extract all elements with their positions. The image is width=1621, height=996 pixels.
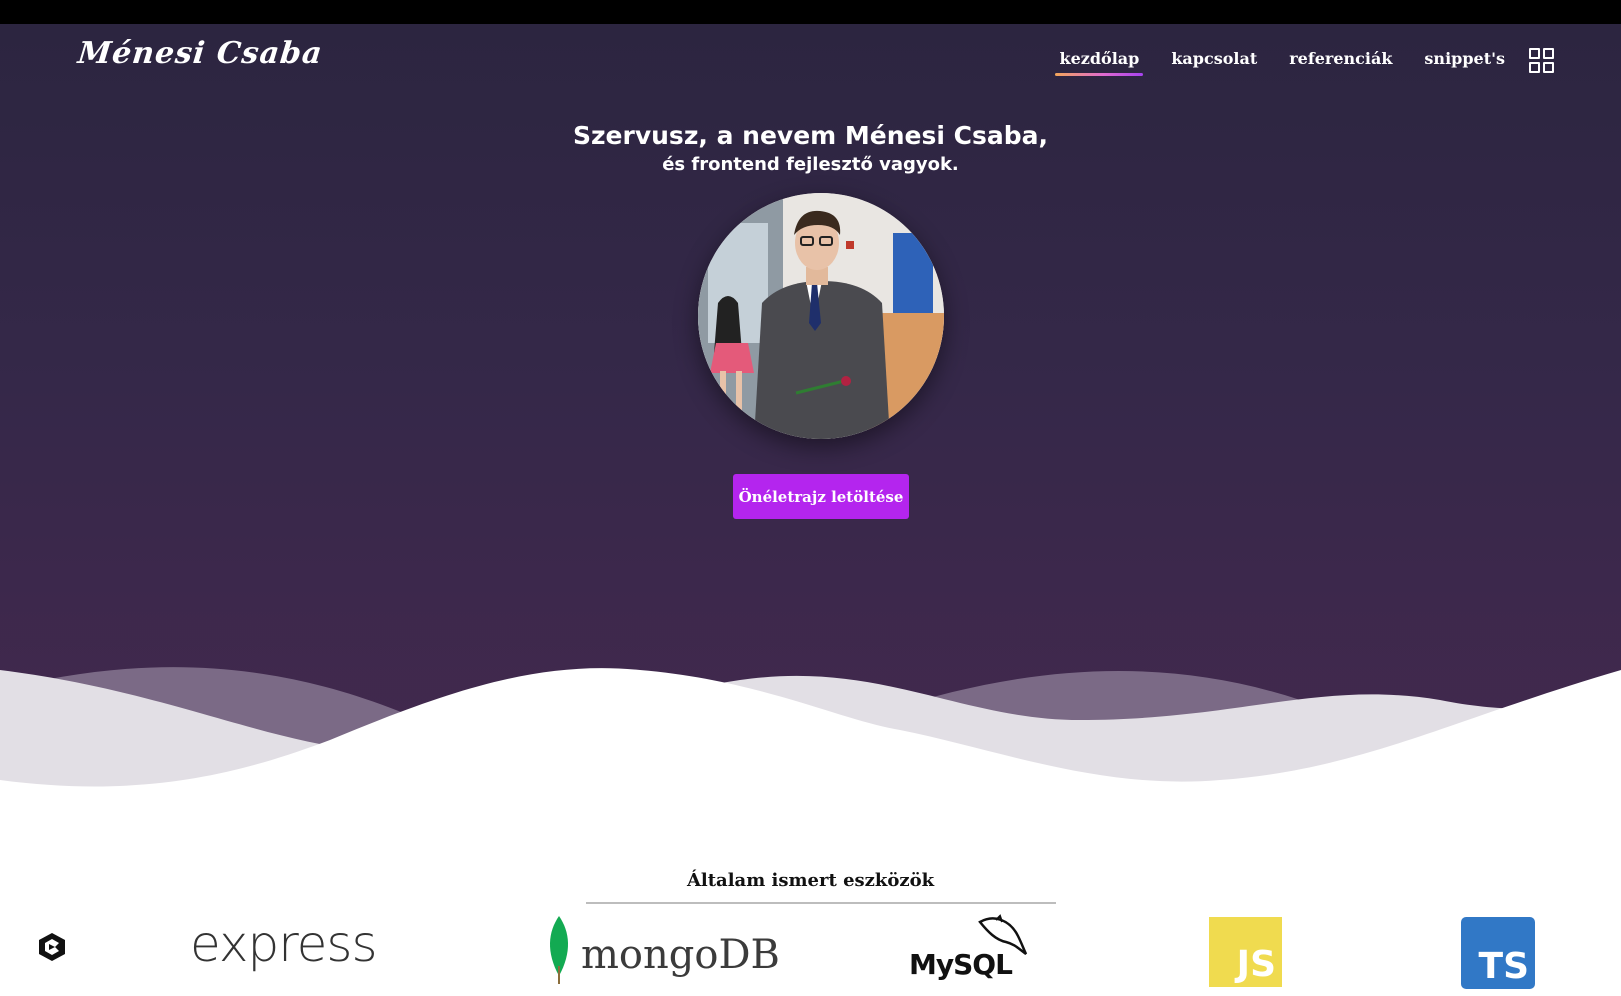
window-top-bar	[0, 0, 1621, 24]
typescript-logo-label: TS	[1478, 946, 1529, 987]
nav-item-kezdolap[interactable]: kezdőlap	[1055, 49, 1144, 76]
tools-divider	[586, 902, 1056, 904]
hero-heading: Szervusz, a nevem Ménesi Csaba, és front…	[0, 120, 1621, 178]
hero-greeting: Szervusz, a nevem Ménesi Csaba,	[573, 121, 1048, 150]
tools-heading: Általam ismert eszközök	[686, 870, 935, 891]
wave-divider	[0, 667, 1621, 830]
express-logo: express	[190, 915, 378, 973]
profile-photo	[698, 193, 944, 439]
hero-subtitle: és frontend fejlesztő vagyok.	[662, 154, 959, 175]
download-cv-button[interactable]: Önéletrajz letöltése	[733, 474, 909, 519]
main-nav: kezdőlap kapcsolat referenciák snippet's	[1031, 48, 1555, 76]
javascript-logo-label: JS	[1236, 944, 1276, 985]
nav-item-snippets[interactable]: snippet's	[1420, 49, 1509, 74]
mysql-logo: MySQL	[909, 948, 1013, 981]
javascript-logo: JS	[1209, 917, 1282, 987]
typescript-logo: TS	[1461, 917, 1535, 989]
mongodb-leaf-icon	[549, 916, 569, 984]
site-logo[interactable]: Ménesi Csaba	[76, 36, 324, 71]
codepen-icon	[39, 933, 65, 961]
nav-item-referenciak[interactable]: referenciák	[1285, 49, 1396, 74]
nav-item-kapcsolat[interactable]: kapcsolat	[1167, 49, 1261, 74]
grid-icon[interactable]	[1529, 48, 1555, 74]
mongodb-logo: mongoDB	[581, 932, 780, 978]
